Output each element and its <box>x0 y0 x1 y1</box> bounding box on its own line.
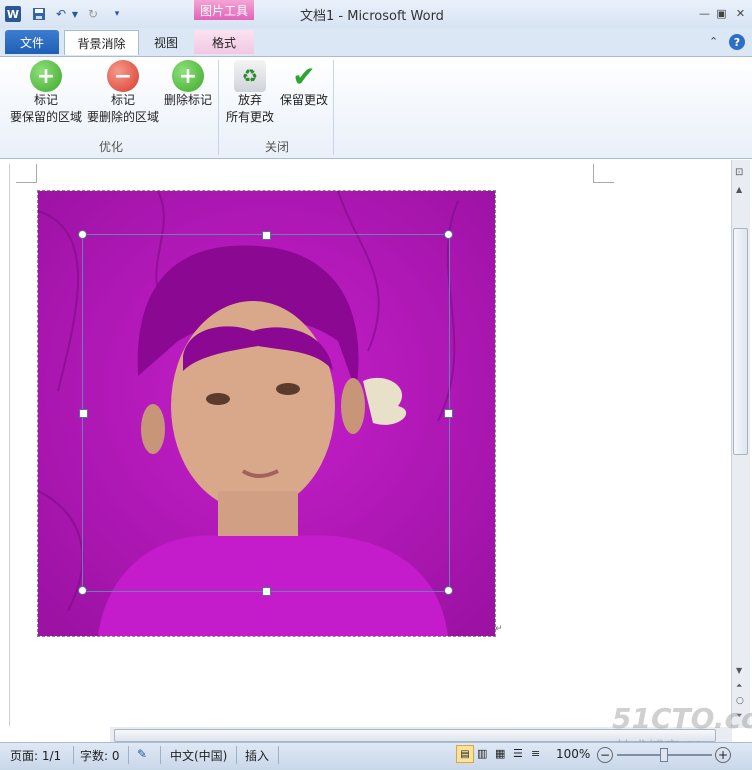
picture-tools-label: 图片工具 <box>194 0 254 20</box>
close-icon[interactable]: ✕ <box>733 6 748 20</box>
zoom-slider-thumb[interactable] <box>660 748 668 762</box>
scroll-down-icon[interactable]: ▼ <box>736 666 742 675</box>
scroll-up-icon[interactable]: ▲ <box>736 185 742 194</box>
help-icon[interactable]: ? <box>729 34 745 50</box>
keep-changes-label: 保留更改 <box>279 93 328 107</box>
draft-view-icon[interactable]: ≡ <box>531 747 540 760</box>
customize-qat-icon[interactable]: ▾ <box>109 6 125 22</box>
group-divider <box>218 60 219 155</box>
margin-corner-mark <box>16 164 37 183</box>
resize-handle[interactable] <box>79 409 88 418</box>
recycle-bin-icon: ♻ <box>234 60 266 92</box>
resize-handle[interactable] <box>78 586 87 595</box>
delete-mark-label: 删除标记 <box>163 93 212 107</box>
redo-icon[interactable]: ↻ <box>85 6 101 22</box>
status-divider <box>160 746 161 764</box>
minimize-icon[interactable]: — <box>697 6 712 20</box>
zoom-out-icon[interactable]: − <box>597 747 613 763</box>
delete-mark-button[interactable]: + 删除标记 <box>162 60 214 109</box>
previous-page-icon[interactable]: ⏶ <box>736 681 742 691</box>
tab-background-removal[interactable]: 背景消除 <box>64 30 139 55</box>
resize-handle[interactable] <box>444 586 453 595</box>
delete-mark-icon: + <box>172 60 204 92</box>
insert-mode[interactable]: 插入 <box>245 747 269 764</box>
mark-remove-label1: 标记 <box>110 93 135 107</box>
keep-changes-button[interactable]: ✔ 保留更改 <box>278 60 330 109</box>
minus-pencil-icon: − <box>107 60 139 92</box>
full-screen-reading-icon[interactable]: ▥ <box>477 747 487 760</box>
language-indicator[interactable]: 中文(中国) <box>170 747 227 764</box>
discard-changes-button[interactable]: ♻ 放弃 所有更改 <box>224 60 276 126</box>
outline-view-icon[interactable]: ☰ <box>513 747 523 760</box>
status-divider <box>128 746 129 764</box>
watermark-logo: 51CTO.com <box>612 702 752 735</box>
keep-region-selection[interactable] <box>78 230 453 596</box>
group-divider <box>333 60 334 155</box>
web-layout-icon[interactable]: ▦ <box>495 747 505 760</box>
mark-keep-button[interactable]: + 标记 要保留的区域 <box>8 60 84 126</box>
page-count[interactable]: 页面: 1/1 <box>10 747 61 764</box>
print-layout-view-icon[interactable]: ▤ <box>456 745 474 763</box>
word-count[interactable]: 字数: 0 <box>80 747 120 764</box>
undo-icon[interactable]: ↶ <box>53 6 69 22</box>
refine-group-label: 优化 <box>98 140 123 154</box>
restore-icon[interactable]: ▣ <box>714 6 729 20</box>
window-title: 文档1 - Microsoft Word <box>300 9 444 24</box>
resize-handle[interactable] <box>444 230 453 239</box>
resize-handle[interactable] <box>78 230 87 239</box>
plus-pencil-icon: + <box>30 60 62 92</box>
status-divider <box>236 746 237 764</box>
discard-label2: 所有更改 <box>225 110 274 124</box>
mark-keep-label2: 要保留的区域 <box>9 110 82 124</box>
zoom-in-icon[interactable]: + <box>715 747 731 763</box>
save-icon[interactable] <box>31 6 47 22</box>
word-app-icon[interactable]: W <box>5 6 21 22</box>
zoom-level[interactable]: 100% <box>556 747 590 761</box>
mark-keep-label1: 标记 <box>33 93 58 107</box>
status-divider <box>73 746 74 764</box>
close-group-label: 关闭 <box>264 140 289 154</box>
proofing-icon[interactable]: ✎ <box>137 747 147 761</box>
tab-view[interactable]: 视图 <box>144 30 188 54</box>
resize-handle[interactable] <box>262 231 271 240</box>
paragraph-mark-icon: ↵ <box>495 624 503 634</box>
status-divider <box>278 746 279 764</box>
ruler-toggle-icon[interactable]: ⊡ <box>735 167 743 178</box>
resize-handle[interactable] <box>444 409 453 418</box>
tab-file[interactable]: 文件 <box>5 30 59 54</box>
margin-corner-mark <box>593 164 614 183</box>
minimize-ribbon-icon[interactable]: ⌃ <box>709 35 718 48</box>
undo-dropdown-icon[interactable]: ▼ <box>70 6 80 22</box>
discard-label1: 放弃 <box>237 93 262 107</box>
resize-handle[interactable] <box>262 587 271 596</box>
tab-format[interactable]: 格式 <box>194 30 254 54</box>
mark-remove-label2: 要删除的区域 <box>86 110 159 124</box>
mark-remove-button[interactable]: − 标记 要删除的区域 <box>85 60 161 126</box>
vertical-scroll-thumb[interactable] <box>733 228 748 455</box>
checkmark-icon: ✔ <box>292 59 316 93</box>
